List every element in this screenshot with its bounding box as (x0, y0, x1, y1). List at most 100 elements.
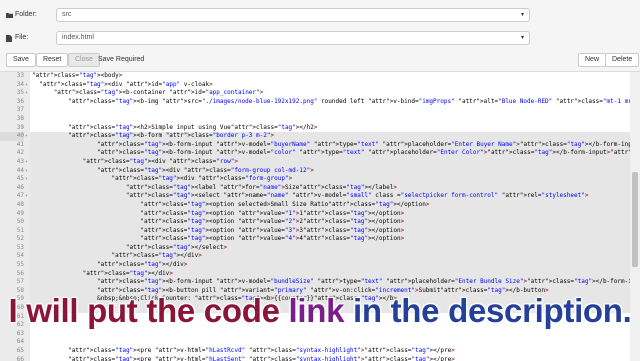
line-number: 41 (16, 140, 24, 148)
line-code: "attr">class="tag"><option "attr">value=… (140, 235, 405, 243)
line-number: 44 (16, 166, 24, 174)
line-code: "attr">class="tag"><b-form-input "attr">… (97, 140, 640, 148)
line-number: 35 (16, 89, 24, 97)
line-code: "attr">class="tag"><option "attr">value=… (140, 226, 405, 234)
code-line[interactable]: 66 "attr">class="tag"><pre "attr">v-html… (0, 356, 630, 361)
line-code: "attr">class="tag"><pre "attr">v-html="h… (68, 347, 455, 354)
code-line[interactable]: 34 ▾ "attr">class="tag"><div "attr">id="a… (0, 81, 630, 90)
line-number: 48 (16, 200, 24, 208)
line-code: "attr">class="tag"><pre "attr">v-html="h… (68, 355, 455, 361)
line-number: 42 (16, 149, 24, 157)
file-row: File: index.html ▾ (0, 31, 640, 47)
code-line[interactable]: 37 (0, 106, 630, 115)
fold-toggle-icon[interactable]: ▾ (25, 158, 28, 167)
code-line[interactable]: 36 "attr">class="tag"><b-img "attr">src=… (0, 97, 640, 107)
line-number: 66 (16, 355, 24, 361)
code-line[interactable]: 43 ▾ "attr">class="tag"><div "attr">class… (0, 157, 630, 167)
line-number: 63 (16, 329, 24, 337)
code-line[interactable]: 41 "attr">class="tag"><b-form-input "att… (0, 140, 640, 150)
folder-label-text: Folder: (15, 11, 37, 18)
line-code: "attr">class="tag"><option "attr">value=… (140, 209, 405, 217)
line-number: 53 (16, 243, 24, 251)
line-number: 54 (16, 252, 24, 260)
fold-toggle-icon[interactable]: ▾ (25, 192, 28, 201)
scrollbar-thumb[interactable] (632, 172, 638, 267)
line-code: "attr">class="tag"></div> (82, 269, 173, 277)
reset-button[interactable]: Reset (36, 53, 69, 67)
fold-toggle-icon[interactable]: ▾ (25, 132, 28, 141)
chevron-down-icon: ▾ (520, 12, 524, 18)
file-select[interactable]: index.html ▾ (56, 31, 530, 45)
caption-part-3: in the description. (344, 292, 632, 329)
line-number: 65 (16, 347, 24, 354)
code-line[interactable]: 57 "attr">class="tag"><b-form-input "att… (0, 278, 640, 287)
code-line[interactable]: 33 "attr">class="tag"><body> (0, 72, 630, 81)
code-line[interactable]: 50 "attr">class="tag"><option "attr">val… (0, 218, 630, 227)
line-code: "attr">class="tag"><b-form-input "attr">… (97, 149, 640, 157)
code-line[interactable]: 46 "attr">class="tag"><label "attr">for=… (0, 183, 630, 193)
caption-part-1: I will put the code (8, 292, 289, 329)
code-line[interactable]: 63 (0, 330, 630, 339)
code-line[interactable]: 42 "attr">class="tag"><b-form-input "att… (0, 149, 640, 158)
code-line[interactable]: 55 "attr">class="tag"></div> (0, 261, 630, 270)
code-line[interactable]: 45 ▾ "attr">class="tag"><div "attr">class… (0, 175, 630, 184)
line-number: 36 (16, 97, 24, 105)
file-label-text: File: (15, 34, 29, 41)
code-line[interactable]: 49 "attr">class="tag"><option "attr">val… (0, 209, 630, 219)
code-line[interactable]: 56 "attr">class="tag"></div> (0, 269, 630, 279)
code-line[interactable]: 40 ▾ "attr">class="tag"><b-form "attr">cl… (0, 132, 630, 141)
line-code: "attr">class="tag"><b-form "attr">class=… (68, 132, 275, 140)
line-number: 47 (16, 192, 24, 200)
code-line[interactable]: 39 "attr">class="tag"><h2>Simple input u… (0, 124, 630, 133)
line-code: "attr">class="tag"><div "attr">id="app" … (39, 80, 213, 88)
code-line[interactable]: 54 "attr">class="tag"></div> (0, 252, 630, 262)
fold-toggle-icon[interactable]: ▾ (25, 175, 28, 184)
folder-label: Folder: (6, 11, 37, 18)
line-code: "attr">class="tag"><h2>Simple input usin… (68, 123, 318, 131)
folder-row: Folder: src ▾ (0, 8, 640, 24)
line-code: "attr">class="tag"><div "attr">class="ro… (82, 157, 238, 165)
file-label: File: (6, 34, 29, 42)
fold-toggle-icon[interactable]: ▾ (25, 167, 28, 176)
line-number: 50 (16, 218, 24, 226)
chevron-down-icon: ▾ (520, 35, 524, 41)
fold-toggle-icon[interactable]: ▾ (25, 81, 28, 90)
save-button[interactable]: Save (6, 53, 36, 67)
line-number: 40 (0, 132, 24, 141)
line-number: 34 (16, 80, 24, 88)
code-line[interactable]: 44 ▾ "attr">class="tag"><div "attr">class… (0, 166, 630, 176)
line-number: 51 (16, 226, 24, 234)
code-line[interactable]: 48 "attr">class="tag"><option selected>S… (0, 200, 630, 210)
line-number: 64 (16, 338, 24, 346)
line-code: "attr">class="tag"><b-container "attr">i… (53, 89, 264, 97)
line-number: 46 (16, 183, 24, 191)
line-code: "attr">class="tag"><option "attr">value=… (140, 218, 405, 226)
folder-select-value: src (62, 11, 72, 18)
caption-part-2: link (288, 292, 345, 329)
close-button[interactable]: Close (68, 53, 100, 67)
code-line[interactable]: 53 "attr">class="tag"></select> (0, 243, 630, 253)
code-line[interactable]: 47 ▾ "attr">class="tag"><select "attr">na… (0, 192, 630, 201)
code-line[interactable]: 65 "attr">class="tag"><pre "attr">v-html… (0, 347, 630, 356)
file-icon (6, 34, 12, 42)
code-line[interactable]: 52 "attr">class="tag"><option "attr">val… (0, 235, 630, 244)
line-number: 56 (16, 269, 24, 277)
line-code: "attr">class="tag"><b-form-input "attr">… (97, 278, 640, 286)
line-number: 33 (16, 72, 24, 79)
video-caption: I will put the code link in the descript… (0, 292, 640, 330)
code-line[interactable]: 35 ▾ "attr">class="tag"><b-container "att… (0, 89, 630, 98)
line-code: "attr">class="tag"><select "attr">name="… (125, 192, 589, 200)
folder-select[interactable]: src ▾ (56, 8, 530, 22)
code-line[interactable]: 64 (0, 338, 630, 347)
new-button[interactable]: New (578, 53, 607, 67)
line-code: "attr">class="tag"></div> (97, 261, 188, 269)
fold-toggle-icon[interactable]: ▾ (25, 89, 28, 98)
line-number: 39 (16, 123, 24, 131)
line-number: 55 (16, 261, 24, 269)
folder-icon (6, 12, 13, 18)
code-line[interactable]: 38 (0, 115, 630, 124)
line-number: 43 (16, 157, 24, 165)
line-number: 49 (16, 209, 24, 217)
code-line[interactable]: 51 "attr">class="tag"><option "attr">val… (0, 226, 630, 236)
delete-button[interactable]: Delete (605, 53, 640, 67)
